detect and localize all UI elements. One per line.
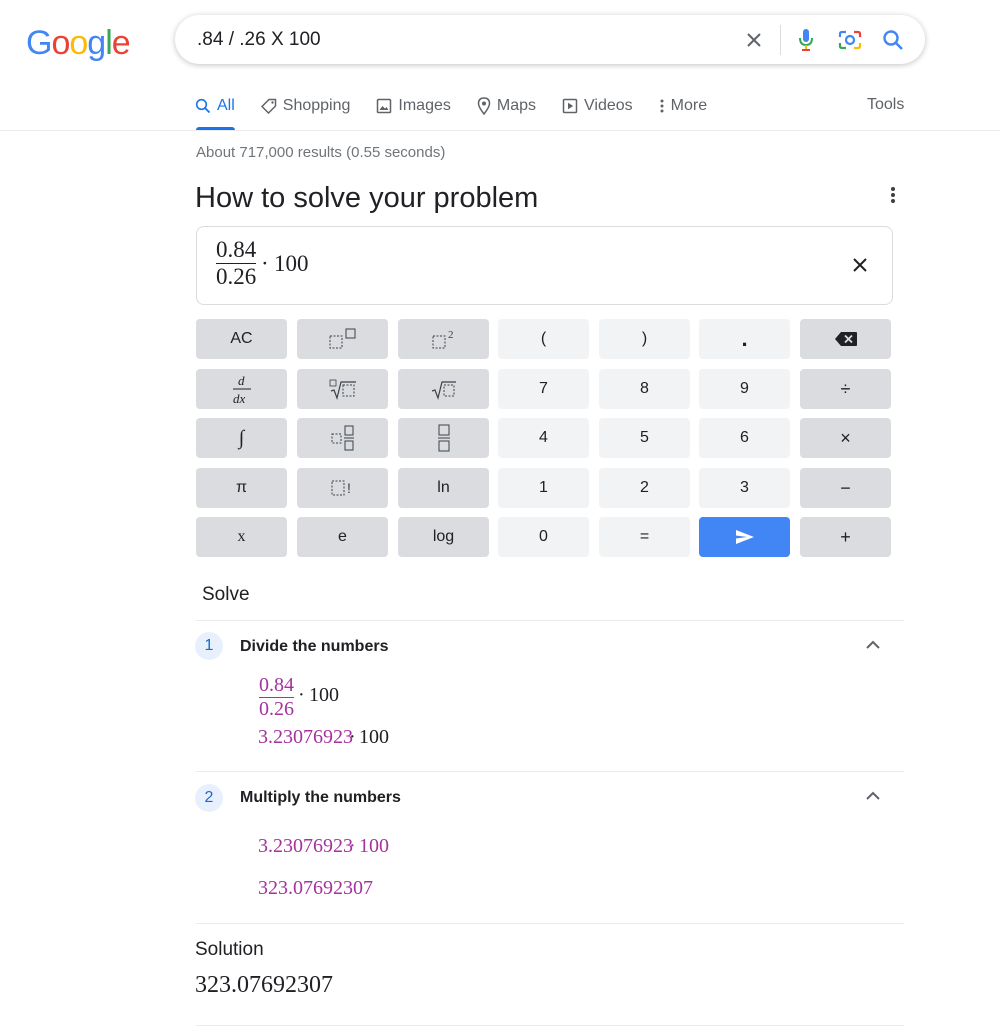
more-options-icon[interactable] xyxy=(885,186,901,206)
key-pi[interactable]: π xyxy=(196,468,287,508)
search-tabs: All Shopping Images Maps Videos More xyxy=(195,96,733,116)
divider xyxy=(196,620,904,621)
tab-maps[interactable]: Maps xyxy=(477,96,536,116)
svg-text:!: ! xyxy=(347,480,351,496)
search-input[interactable]: .84 / .26 X 100 xyxy=(197,29,321,51)
panel-title: How to solve your problem xyxy=(195,182,539,214)
camera-lens-icon[interactable] xyxy=(837,27,863,53)
key-backspace[interactable] xyxy=(800,319,891,359)
key-e[interactable]: e xyxy=(297,517,388,557)
tag-icon xyxy=(260,98,277,114)
chevron-up-icon[interactable] xyxy=(864,789,882,801)
tools-button[interactable]: Tools xyxy=(867,96,904,114)
key-sqrt[interactable] xyxy=(398,369,489,409)
key-log[interactable]: log xyxy=(398,517,489,557)
svg-text:2: 2 xyxy=(448,329,454,341)
key-0[interactable]: 0 xyxy=(498,517,589,557)
key-add[interactable]: + xyxy=(800,517,891,557)
backspace-icon xyxy=(834,332,857,346)
header-divider xyxy=(0,130,1000,131)
key-integral[interactable]: ∫ xyxy=(196,418,287,458)
microphone-icon[interactable] xyxy=(793,27,819,53)
key-mixed-fraction[interactable] xyxy=(297,418,388,458)
step-number: 1 xyxy=(195,632,223,660)
key-x[interactable]: x xyxy=(196,517,287,557)
key-nth-root[interactable] xyxy=(297,369,388,409)
key-8[interactable]: 8 xyxy=(599,369,690,409)
key-equals[interactable]: = xyxy=(599,517,690,557)
key-subtract[interactable]: − xyxy=(800,468,891,508)
step2-lhs: 3.23076923 xyxy=(258,835,353,857)
key-5[interactable]: 5 xyxy=(599,418,690,458)
divider xyxy=(196,923,904,924)
solution-heading: Solution xyxy=(195,939,264,960)
key-submit[interactable] xyxy=(699,517,790,557)
search-icon[interactable] xyxy=(880,27,906,53)
tab-all[interactable]: All xyxy=(195,96,235,116)
google-logo[interactable]: Google xyxy=(26,24,131,63)
more-vert-icon xyxy=(660,99,664,113)
search-icon xyxy=(195,98,211,114)
key-9[interactable]: 9 xyxy=(699,369,790,409)
image-icon xyxy=(377,98,392,114)
result-stats: About 717,000 results (0.55 seconds) xyxy=(196,144,446,161)
search-divider xyxy=(780,25,781,55)
step1-fraction: 0.84 0.26 xyxy=(259,674,294,720)
svg-text:dx: dx xyxy=(233,391,246,406)
key-multiply[interactable]: × xyxy=(800,418,891,458)
step-number: 2 xyxy=(195,784,223,812)
play-icon xyxy=(562,98,578,114)
key-2[interactable]: 2 xyxy=(599,468,690,508)
key-decimal[interactable]: . xyxy=(699,319,790,359)
key-derivative[interactable]: d dx xyxy=(196,369,287,409)
key-fraction[interactable] xyxy=(398,418,489,458)
math-input-display[interactable]: 0.84 0.26 · 100 xyxy=(196,226,893,305)
clear-input-icon[interactable] xyxy=(852,257,868,278)
solution-value: 323.07692307 xyxy=(195,972,333,998)
key-ac[interactable]: AC xyxy=(196,319,287,359)
display-multiplier: 100 xyxy=(274,251,309,276)
tab-more[interactable]: More xyxy=(659,96,707,116)
key-6[interactable]: 6 xyxy=(699,418,790,458)
chevron-up-icon[interactable] xyxy=(864,638,882,650)
key-divide[interactable]: ÷ xyxy=(800,369,891,409)
solve-heading: Solve xyxy=(202,584,250,605)
key-power[interactable] xyxy=(297,319,388,359)
key-1[interactable]: 1 xyxy=(498,468,589,508)
step2-result: 323.07692307 xyxy=(258,877,373,899)
key-7[interactable]: 7 xyxy=(498,369,589,409)
send-icon xyxy=(735,530,754,544)
step2-multiplier: 100 xyxy=(359,835,389,857)
tab-videos[interactable]: Videos xyxy=(562,96,633,116)
tab-shopping[interactable]: Shopping xyxy=(260,96,350,116)
step-title[interactable]: Multiply the numbers xyxy=(240,789,401,807)
display-fraction: 0.84 0.26 xyxy=(216,237,257,289)
step1-result-multiplier: 100 xyxy=(359,726,389,748)
key-4[interactable]: 4 xyxy=(498,418,589,458)
key-open-paren[interactable]: ( xyxy=(498,319,589,359)
step1-multiplier: 100 xyxy=(309,684,339,706)
key-ln[interactable]: ln xyxy=(398,468,489,508)
map-pin-icon xyxy=(477,97,491,115)
key-factorial[interactable]: ! xyxy=(297,468,388,508)
clear-icon[interactable] xyxy=(741,27,767,53)
key-close-paren[interactable]: ) xyxy=(599,319,690,359)
tab-images[interactable]: Images xyxy=(376,96,451,116)
search-box[interactable]: .84 / .26 X 100 xyxy=(175,15,925,64)
step-title[interactable]: Divide the numbers xyxy=(240,638,388,656)
key-square[interactable]: 2 xyxy=(398,319,489,359)
divider xyxy=(196,1025,904,1026)
step1-result: 3.23076923 xyxy=(258,726,353,748)
key-3[interactable]: 3 xyxy=(699,468,790,508)
divider xyxy=(196,771,904,772)
svg-text:d: d xyxy=(238,373,245,388)
